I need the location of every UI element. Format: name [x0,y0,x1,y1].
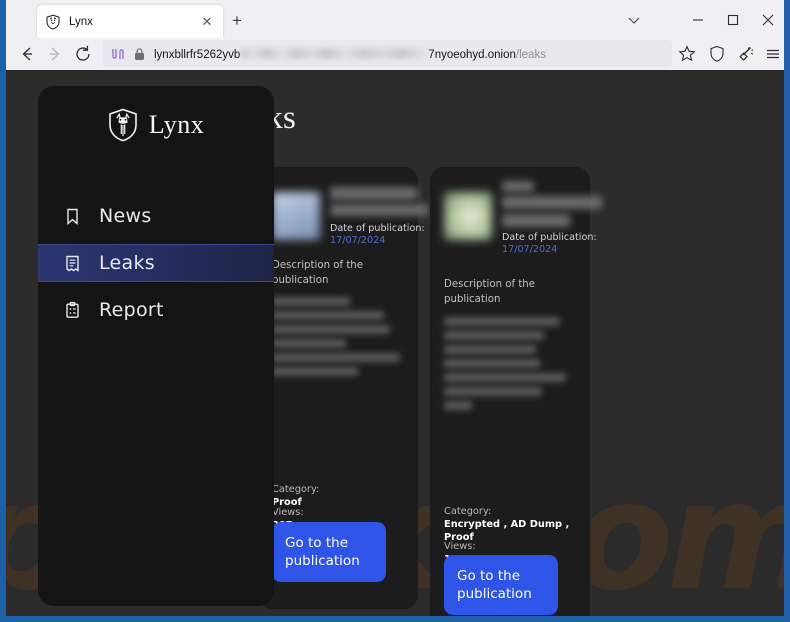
url-text: lynxbllrfr5262yvb 7nyoeohyd.onion/leaks [154,47,546,61]
redacted-line [272,325,390,334]
new-tab-button[interactable]: + [227,12,247,32]
redacted-line [444,373,566,382]
go-to-publication-button[interactable]: Go to the publication [272,522,386,582]
sidebar-nav: News Leaks Report [38,197,274,329]
card-description-redacted [272,297,400,381]
browser-chrome: Lynx ✕ + lynxbllrfr5262yvb 7nyoeohyd.oni… [6,0,784,616]
lynx-shield-logo-icon [108,108,138,142]
card-thumbnail-blurred [272,192,320,240]
forward-arrow-icon[interactable] [44,43,66,65]
reload-icon[interactable] [72,43,94,65]
address-bar[interactable]: lynxbllrfr5262yvb 7nyoeohyd.onion/leaks [102,40,672,67]
tab-favicon-shield-lynx-icon [45,14,61,30]
redacted-line [444,359,540,368]
card-description-label: Description of the publication [444,279,536,305]
sidebar: Lynx News Leaks Report [38,86,274,606]
new-identity-broom-icon[interactable] [734,43,756,65]
redacted-line [444,331,544,340]
receipt-icon [63,254,82,273]
card-title-redacted [502,181,534,192]
card-date-label: Date of publication: [502,232,597,243]
clipboard-icon [63,301,82,320]
bookmark-icon [63,207,82,226]
sidebar-item-label: News [99,205,152,227]
card-header: Date of publication: 17/07/2024 [444,179,602,255]
redacted-line [272,367,358,376]
site-brand[interactable]: Lynx [38,86,274,142]
url-suffix: 7nyoeohyd.onion [428,48,516,61]
redacted-line [272,297,350,306]
card-title-redacted [502,196,602,209]
card-date-value: 17/07/2024 [502,244,558,255]
tab-close-icon[interactable]: ✕ [199,14,215,30]
redacted-line [272,311,384,320]
url-prefix: lynxbllrfr5262yvb [154,48,241,61]
redacted-line [444,317,560,326]
lock-icon [133,46,146,62]
card-title-redacted [330,204,428,216]
page-viewport: pcrisk.com eaks Lynx [6,70,784,616]
redacted-line [272,339,346,348]
redacted-line [444,345,536,354]
leak-card[interactable]: Date of publication: 17/07/2024 Descript… [430,167,602,616]
sidebar-item-report[interactable]: Report [38,291,274,329]
card-header: Date of publication: 17/07/2024 [272,179,428,246]
site-brand-name: Lynx [148,110,205,139]
tab-list-chevron-down-icon[interactable] [623,11,645,29]
tab-strip: Lynx ✕ + [6,0,784,38]
redacted-line [444,401,472,410]
card-views-label: Views: [272,507,304,518]
card-category-label: Category: [444,506,492,517]
leak-card[interactable]: Date of publication: 17/07/2024 Descript… [258,167,428,609]
card-title-redacted [330,187,418,200]
sidebar-item-label: Leaks [99,252,155,274]
card-description-redacted [444,317,566,415]
card-date-label: Date of publication: [330,223,425,234]
back-arrow-icon[interactable] [16,43,38,65]
redacted-line [272,353,400,362]
browser-window-frame: Lynx ✕ + lynxbllrfr5262yvb 7nyoeohyd.oni… [0,0,790,622]
window-close-button[interactable] [755,8,781,32]
card-views-label: Views: [444,541,476,552]
go-to-publication-button[interactable]: Go to the publication [444,555,558,615]
bookmark-star-icon[interactable] [676,43,698,65]
sidebar-item-label: Report [99,299,164,321]
navigation-toolbar: lynxbllrfr5262yvb 7nyoeohyd.onion/leaks [6,38,784,70]
browser-tab[interactable]: Lynx ✕ [37,5,223,38]
redacted-line [444,387,542,396]
shield-icon[interactable] [706,43,728,65]
sidebar-item-news[interactable]: News [38,197,274,235]
card-date-value: 17/07/2024 [330,235,386,246]
window-minimize-button[interactable] [685,8,711,32]
sidebar-item-leaks[interactable]: Leaks [38,244,274,282]
onion-circuit-icon[interactable] [110,46,126,62]
window-maximize-button[interactable] [720,8,746,32]
card-thumbnail-blurred [444,192,492,240]
url-path: /leaks [515,48,546,61]
tab-title: Lynx [69,15,93,28]
card-description-label: Description of the publication [272,260,364,286]
url-redacted-segment [241,47,428,59]
card-title-redacted [502,214,570,227]
hamburger-menu-icon[interactable] [762,43,784,65]
